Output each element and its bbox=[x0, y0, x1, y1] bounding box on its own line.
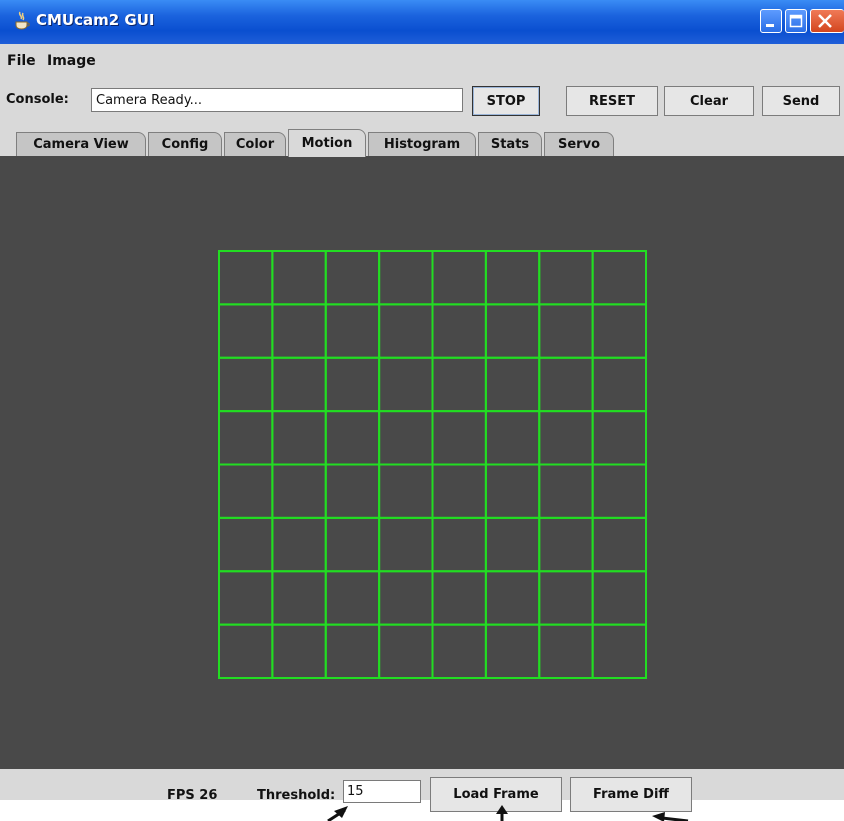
motion-cell bbox=[324, 463, 381, 519]
motion-cell bbox=[218, 250, 274, 306]
motion-cell bbox=[538, 410, 594, 466]
maximize-button[interactable] bbox=[785, 9, 807, 33]
motion-cell bbox=[378, 303, 434, 359]
motion-cell bbox=[271, 303, 327, 359]
tab-camera-view[interactable]: Camera View bbox=[16, 132, 146, 156]
motion-cell bbox=[484, 463, 541, 519]
motion-cell bbox=[591, 410, 647, 466]
motion-cell bbox=[271, 516, 327, 573]
motion-cell bbox=[484, 570, 541, 626]
menu-file[interactable]: File bbox=[7, 53, 36, 69]
motion-cell bbox=[378, 570, 434, 626]
motion-cell bbox=[218, 356, 274, 413]
minimize-button[interactable] bbox=[760, 9, 782, 33]
motion-cell bbox=[431, 250, 487, 306]
console-label: Console: bbox=[6, 92, 69, 107]
motion-cell bbox=[378, 250, 434, 306]
motion-cell bbox=[431, 303, 487, 359]
motion-cell bbox=[431, 570, 487, 626]
motion-cell bbox=[431, 516, 487, 573]
reset-button[interactable]: RESET bbox=[566, 86, 658, 116]
title-bar[interactable]: CMUcam2 GUI bbox=[0, 0, 844, 44]
motion-cell bbox=[271, 570, 327, 626]
motion-cell bbox=[324, 250, 381, 306]
motion-cell bbox=[324, 303, 381, 359]
motion-cell bbox=[484, 303, 541, 359]
application-window: CMUcam2 GUI File Image Console: STOP RES… bbox=[0, 0, 844, 812]
motion-cell bbox=[431, 410, 487, 466]
annotation-arrow-threshold bbox=[327, 806, 348, 821]
motion-cell bbox=[591, 250, 647, 306]
motion-cell bbox=[591, 463, 647, 519]
motion-cell bbox=[271, 410, 327, 466]
tab-strip: Camera View Config Color Motion Histogra… bbox=[0, 129, 844, 157]
close-button[interactable] bbox=[810, 9, 844, 33]
motion-cell bbox=[324, 410, 381, 466]
tab-color[interactable]: Color bbox=[224, 132, 286, 156]
motion-cell bbox=[431, 463, 487, 519]
motion-cell bbox=[324, 623, 381, 679]
motion-grid bbox=[218, 250, 647, 679]
java-cup-icon bbox=[15, 11, 30, 30]
motion-cell bbox=[218, 623, 274, 679]
motion-cell bbox=[538, 623, 594, 679]
motion-cell bbox=[538, 303, 594, 359]
motion-cell bbox=[591, 516, 647, 573]
motion-cell bbox=[271, 463, 327, 519]
annotation-arrows bbox=[327, 805, 689, 821]
motion-cell bbox=[378, 463, 434, 519]
tab-histogram[interactable]: Histogram bbox=[368, 132, 476, 156]
tab-stats[interactable]: Stats bbox=[478, 132, 542, 156]
motion-cell bbox=[378, 623, 434, 679]
motion-cell bbox=[378, 516, 434, 573]
clear-button[interactable]: Clear bbox=[664, 86, 754, 116]
motion-cell bbox=[218, 303, 274, 359]
annotation-arrow-frame-diff bbox=[652, 812, 689, 821]
motion-cell bbox=[538, 516, 594, 573]
motion-cell bbox=[271, 250, 327, 306]
motion-cell bbox=[538, 570, 594, 626]
window-title: CMUcam2 GUI bbox=[36, 11, 155, 29]
menu-image[interactable]: Image bbox=[47, 53, 96, 69]
motion-cell bbox=[271, 623, 327, 679]
motion-cell bbox=[591, 570, 647, 626]
tab-motion[interactable]: Motion bbox=[288, 129, 366, 157]
motion-cell bbox=[591, 303, 647, 359]
motion-cell bbox=[324, 516, 381, 573]
annotation-arrow-load-frame bbox=[496, 805, 508, 821]
motion-controls-bar bbox=[0, 769, 844, 800]
motion-cell bbox=[431, 623, 487, 679]
motion-cell bbox=[378, 410, 434, 466]
motion-cell bbox=[218, 570, 274, 626]
maximize-icon bbox=[789, 14, 803, 28]
motion-cell bbox=[218, 410, 274, 466]
motion-cell bbox=[271, 356, 327, 413]
tab-servo[interactable]: Servo bbox=[544, 132, 614, 156]
motion-cell bbox=[484, 516, 541, 573]
motion-cell bbox=[218, 463, 274, 519]
stop-button[interactable]: STOP bbox=[472, 86, 540, 116]
tab-config[interactable]: Config bbox=[148, 132, 222, 156]
motion-cell bbox=[484, 250, 541, 306]
motion-cell bbox=[218, 516, 274, 573]
console-input[interactable] bbox=[91, 88, 463, 112]
motion-cell bbox=[591, 356, 647, 413]
motion-cell bbox=[484, 356, 541, 413]
motion-cell bbox=[324, 356, 381, 413]
close-icon bbox=[818, 14, 832, 28]
motion-cell bbox=[484, 623, 541, 679]
motion-cell bbox=[431, 356, 487, 413]
motion-cell bbox=[591, 623, 647, 679]
motion-cell bbox=[378, 356, 434, 413]
motion-cell bbox=[538, 356, 594, 413]
send-button[interactable]: Send bbox=[762, 86, 840, 116]
motion-cell bbox=[324, 570, 381, 626]
motion-cell bbox=[538, 250, 594, 306]
minimize-icon bbox=[766, 24, 774, 27]
menu-bar: File Image bbox=[0, 44, 844, 74]
motion-cell bbox=[484, 410, 541, 466]
motion-panel bbox=[0, 156, 844, 769]
motion-cell bbox=[538, 463, 594, 519]
